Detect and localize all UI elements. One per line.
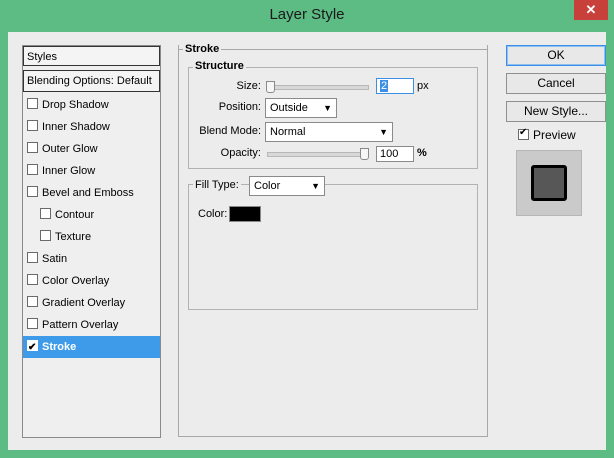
effect-item-gradient-overlay[interactable]: Gradient Overlay <box>23 292 160 314</box>
position-select[interactable]: Outside ▼ <box>265 98 337 118</box>
dialog-body: Styles Blending Options: Default Drop Sh… <box>8 32 606 450</box>
window-title: Layer Style <box>269 6 345 23</box>
opacity-label: Opacity: <box>220 147 261 159</box>
effect-label: Satin <box>42 253 68 265</box>
position-label: Position: <box>218 101 261 113</box>
effect-label: Inner Shadow <box>42 121 110 133</box>
opacity-input[interactable]: 100 <box>376 146 414 162</box>
stroke-divider <box>179 49 487 50</box>
blend-mode-label: Blend Mode: <box>199 125 261 137</box>
title-bar[interactable]: Layer Style ✕ <box>0 0 614 32</box>
effect-checkbox[interactable] <box>27 274 38 285</box>
effect-item-stroke[interactable]: Stroke <box>23 336 160 359</box>
effect-label: Drop Shadow <box>42 99 109 111</box>
layer-style-window: Layer Style ✕ Styles Blending Options: D… <box>0 0 614 458</box>
effect-label: Texture <box>55 231 92 243</box>
preview-checkbox[interactable] <box>518 126 529 140</box>
effect-checkbox[interactable] <box>27 318 38 329</box>
opacity-value: 100 <box>380 148 399 160</box>
effect-item-outer-glow[interactable]: Outer Glow <box>23 138 160 160</box>
effect-label: Stroke <box>42 341 77 353</box>
effect-label: Pattern Overlay <box>42 319 119 331</box>
size-slider[interactable] <box>267 85 369 90</box>
effect-item-drop-shadow[interactable]: Drop Shadow <box>23 94 160 116</box>
styles-header[interactable]: Styles <box>23 46 160 66</box>
close-button[interactable]: ✕ <box>574 0 608 20</box>
stroke-color-swatch[interactable] <box>229 206 261 222</box>
cancel-button[interactable]: Cancel <box>506 73 606 94</box>
chevron-down-icon: ▼ <box>311 181 320 191</box>
chevron-down-icon: ▼ <box>323 103 332 113</box>
effect-checkbox[interactable] <box>27 296 38 307</box>
new-style-button[interactable]: New Style... <box>506 101 606 122</box>
effect-checkbox[interactable] <box>27 164 38 175</box>
effect-item-color-overlay[interactable]: Color Overlay <box>23 270 160 292</box>
size-input[interactable]: 2 <box>376 78 414 94</box>
preview-shape <box>531 165 567 201</box>
chevron-down-icon: ▼ <box>379 127 388 137</box>
effect-label: Bevel and Emboss <box>42 187 134 199</box>
blending-options-item[interactable]: Blending Options: Default <box>23 70 160 92</box>
styles-list: Styles Blending Options: Default Drop Sh… <box>22 45 161 438</box>
close-icon: ✕ <box>585 2 597 17</box>
structure-title: Structure <box>193 60 246 72</box>
stroke-section-title: Stroke <box>183 43 222 55</box>
effect-label: Inner Glow <box>42 165 96 177</box>
effect-checkbox[interactable] <box>27 186 38 197</box>
size-value: 2 <box>380 80 389 92</box>
color-label: Color: <box>198 208 228 220</box>
effect-label: Outer Glow <box>42 143 98 155</box>
effect-checkbox[interactable] <box>40 208 51 219</box>
effect-checkbox[interactable] <box>27 337 38 359</box>
stroke-panel: Stroke Structure Size: 2 px Position: Ou… <box>178 43 488 437</box>
effect-label: Gradient Overlay <box>42 297 126 309</box>
blend-mode-value: Normal <box>270 126 306 138</box>
position-value: Outside <box>270 102 308 114</box>
effect-label: Color Overlay <box>42 275 110 287</box>
effect-checkbox[interactable] <box>27 142 38 153</box>
effect-label: Contour <box>55 209 95 221</box>
preview-thumbnail <box>516 150 582 216</box>
effect-item-bevel-and-emboss[interactable]: Bevel and Emboss <box>23 182 160 204</box>
fill-group <box>188 184 478 310</box>
preview-label: Preview <box>533 128 576 142</box>
ok-button[interactable]: OK <box>506 45 606 66</box>
preview-toggle[interactable]: Preview <box>518 126 576 142</box>
opacity-unit: % <box>417 147 427 159</box>
effect-item-inner-shadow[interactable]: Inner Shadow <box>23 116 160 138</box>
size-slider-thumb[interactable] <box>266 81 275 93</box>
fill-type-select[interactable]: Color ▼ <box>249 176 325 196</box>
effect-checkbox[interactable] <box>27 120 38 131</box>
blend-mode-select[interactable]: Normal ▼ <box>265 122 393 142</box>
effect-checkbox[interactable] <box>27 98 38 109</box>
effect-item-pattern-overlay[interactable]: Pattern Overlay <box>23 314 160 336</box>
effect-item-contour[interactable]: Contour <box>23 204 160 226</box>
effect-item-satin[interactable]: Satin <box>23 248 160 270</box>
opacity-slider-thumb[interactable] <box>360 148 369 160</box>
fill-type-value: Color <box>254 180 281 192</box>
fill-type-label: Fill Type: <box>193 179 241 191</box>
effect-checkbox[interactable] <box>40 230 51 241</box>
effect-item-texture[interactable]: Texture <box>23 226 160 248</box>
opacity-slider[interactable] <box>267 152 369 157</box>
size-unit: px <box>417 80 429 92</box>
effect-item-inner-glow[interactable]: Inner Glow <box>23 160 160 182</box>
size-label: Size: <box>236 80 261 92</box>
effect-checkbox[interactable] <box>27 252 38 263</box>
